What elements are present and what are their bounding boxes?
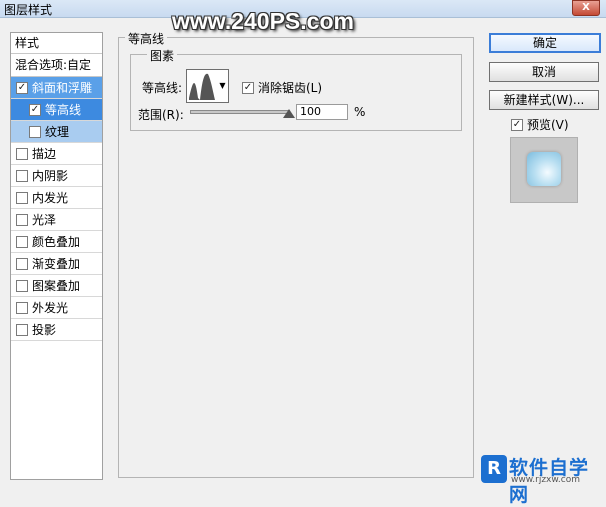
style-item-satin[interactable]: 光泽 [11,209,102,231]
checkbox-icon[interactable]: ✓ [16,81,28,94]
anti-alias-label: 消除锯齿(L) [258,81,323,95]
checkbox-icon[interactable]: ✓ [511,118,523,131]
preview-checkbox[interactable]: ✓ 预览(V) [511,116,569,133]
chevron-down-icon: ▼ [219,81,226,90]
checkbox-icon[interactable]: ✓ [242,81,254,94]
logo-mark: R [481,455,507,483]
style-item-label: 颜色叠加 [32,234,81,249]
checkbox-icon[interactable] [16,213,28,226]
anti-alias-checkbox[interactable]: ✓ 消除锯齿(L) [242,79,322,96]
close-button[interactable]: X [572,0,600,16]
range-slider-thumb[interactable] [283,109,295,118]
style-item-label: 斜面和浮雕 [32,80,93,95]
checkbox-icon[interactable] [16,323,28,336]
style-item-inner-shadow[interactable]: 内阴影 [11,165,102,187]
style-item-drop-shadow[interactable]: 投影 [11,319,102,341]
contour-label: 等高线: [142,81,183,95]
contour-dropdown-button[interactable]: ▼ [217,69,229,103]
style-item-pattern-overlay[interactable]: 图案叠加 [11,275,102,297]
cancel-button[interactable]: 取消 [489,62,599,82]
style-item-label: 等高线 [45,102,82,117]
style-item-label: 内阴影 [32,168,69,183]
new-style-button[interactable]: 新建样式(W)... [489,90,599,110]
range-slider-track[interactable] [190,110,290,114]
style-item-stroke[interactable]: 描边 [11,143,102,165]
style-item-gradient-overlay[interactable]: 渐变叠加 [11,253,102,275]
contour-picker[interactable] [186,69,218,103]
watermark: www.240PS.com [172,8,354,34]
checkbox-icon[interactable] [29,125,41,138]
style-item-label: 光泽 [32,212,57,227]
style-item-label: 图案叠加 [32,278,81,293]
style-item-bevel-emboss[interactable]: ✓ 斜面和浮雕 [11,77,102,99]
blend-options-item[interactable]: 混合选项:自定 [11,54,102,77]
checkbox-icon[interactable] [16,279,28,292]
checkbox-icon[interactable] [16,235,28,248]
preview-label: 预览(V) [527,118,569,132]
style-item-label: 投影 [32,322,57,337]
checkbox-icon[interactable] [16,257,28,270]
style-item-contour[interactable]: ✓ 等高线 [11,99,102,121]
style-list: 样式 混合选项:自定 ✓ 斜面和浮雕 ✓ 等高线 纹理 描边 内阴影 内发光 光… [10,32,103,480]
style-item-label: 纹理 [45,124,70,139]
checkbox-icon[interactable]: ✓ [29,103,41,116]
style-item-inner-glow[interactable]: 内发光 [11,187,102,209]
checkbox-icon[interactable] [16,169,28,182]
style-list-header[interactable]: 样式 [11,33,102,54]
ok-button[interactable]: 确定 [489,33,601,53]
checkbox-icon[interactable] [16,301,28,314]
window-title: 图层样式 [4,3,53,17]
preview-swatch [527,152,561,186]
range-unit: % [354,105,366,119]
site-logo: R 软件自学网 www.rjzxw.com [481,451,605,506]
range-input[interactable]: 100 [296,104,348,120]
style-item-color-overlay[interactable]: 颜色叠加 [11,231,102,253]
style-item-label: 描边 [32,146,57,161]
elements-group-title: 图素 [147,47,178,64]
logo-url: www.rjzxw.com [511,475,580,485]
style-preview [510,137,578,203]
style-item-texture[interactable]: 纹理 [11,121,102,143]
style-item-label: 渐变叠加 [32,256,81,271]
contour-curve-icon [189,73,215,100]
style-item-label: 外发光 [32,300,69,315]
checkbox-icon[interactable] [16,147,28,160]
style-item-label: 内发光 [32,190,69,205]
contour-group-title: 等高线 [125,30,168,47]
style-item-outer-glow[interactable]: 外发光 [11,297,102,319]
checkbox-icon[interactable] [16,191,28,204]
range-label: 范围(R): [138,108,184,122]
